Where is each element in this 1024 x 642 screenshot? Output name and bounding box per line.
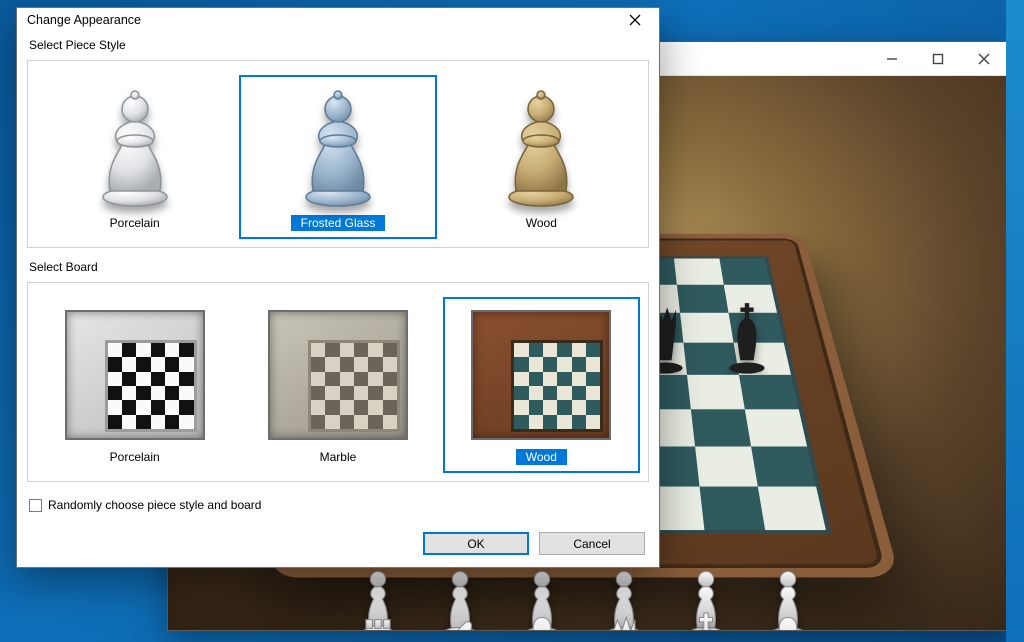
dialog-button-row: OK Cancel	[27, 532, 649, 559]
board-porcelain-icon	[65, 310, 205, 440]
board-marble-icon	[268, 310, 408, 440]
close-icon	[629, 14, 641, 26]
ok-button-label: OK	[467, 537, 484, 551]
piece-style-row: Porcelain	[36, 75, 640, 239]
board-wood-icon	[471, 310, 611, 440]
cancel-button-label: Cancel	[573, 537, 610, 551]
minimize-button[interactable]	[869, 43, 915, 75]
piece-style-label: Frosted Glass	[291, 215, 386, 231]
piece-thumb-frosted-glass	[253, 83, 423, 211]
piece-style-option-wood[interactable]: Wood	[443, 75, 640, 239]
board-style-option-wood[interactable]: Wood	[443, 297, 640, 473]
piece-style-option-frosted-glass[interactable]: Frosted Glass	[239, 75, 436, 239]
dialog-titlebar: Change Appearance	[17, 8, 659, 32]
piece-thumb-porcelain	[50, 83, 220, 211]
minimize-icon	[886, 53, 898, 65]
maximize-icon	[932, 53, 944, 65]
white-pieces-row	[193, 606, 973, 630]
piece-style-label: Wood	[516, 215, 567, 231]
random-checkbox-row[interactable]: Randomly choose piece style and board	[29, 498, 649, 512]
board-style-label: Wood	[516, 449, 567, 465]
pawn-wood-icon	[496, 87, 586, 207]
board-thumb-porcelain	[50, 305, 220, 445]
piece-thumb-wood	[456, 83, 626, 211]
piece-style-caption: Select Piece Style	[29, 38, 649, 52]
board-thumb-marble	[253, 305, 423, 445]
piece-style-option-porcelain[interactable]: Porcelain	[36, 75, 233, 239]
board-thumb-wood	[456, 305, 626, 445]
window-controls	[869, 43, 1007, 75]
cancel-button[interactable]: Cancel	[539, 532, 645, 555]
board-style-group: Select Board	[27, 258, 649, 482]
pawn-frosted-glass-icon	[293, 87, 383, 207]
dialog-title: Change Appearance	[27, 13, 141, 27]
board-style-label: Marble	[310, 449, 367, 465]
piece-style-label: Porcelain	[100, 215, 170, 231]
close-icon	[978, 53, 990, 65]
board-style-box: Porcelain	[27, 282, 649, 482]
board-style-caption: Select Board	[29, 260, 649, 274]
ok-button[interactable]: OK	[423, 532, 529, 555]
board-style-option-marble[interactable]: Marble	[239, 297, 436, 473]
maximize-button[interactable]	[915, 43, 961, 75]
dialog-body: Select Piece Style	[17, 32, 659, 569]
change-appearance-dialog: Change Appearance Select Piece Style	[16, 7, 660, 568]
piece-style-box: Porcelain	[27, 60, 649, 248]
piece-style-group: Select Piece Style	[27, 36, 649, 248]
board-style-row: Porcelain	[36, 297, 640, 473]
pawn-porcelain-icon	[90, 87, 180, 207]
board-style-label: Porcelain	[100, 449, 170, 465]
random-checkbox[interactable]	[29, 499, 42, 512]
dialog-close-button[interactable]	[617, 8, 653, 32]
random-checkbox-label: Randomly choose piece style and board	[48, 498, 261, 512]
close-button[interactable]	[961, 43, 1007, 75]
board-style-option-porcelain[interactable]: Porcelain	[36, 297, 233, 473]
